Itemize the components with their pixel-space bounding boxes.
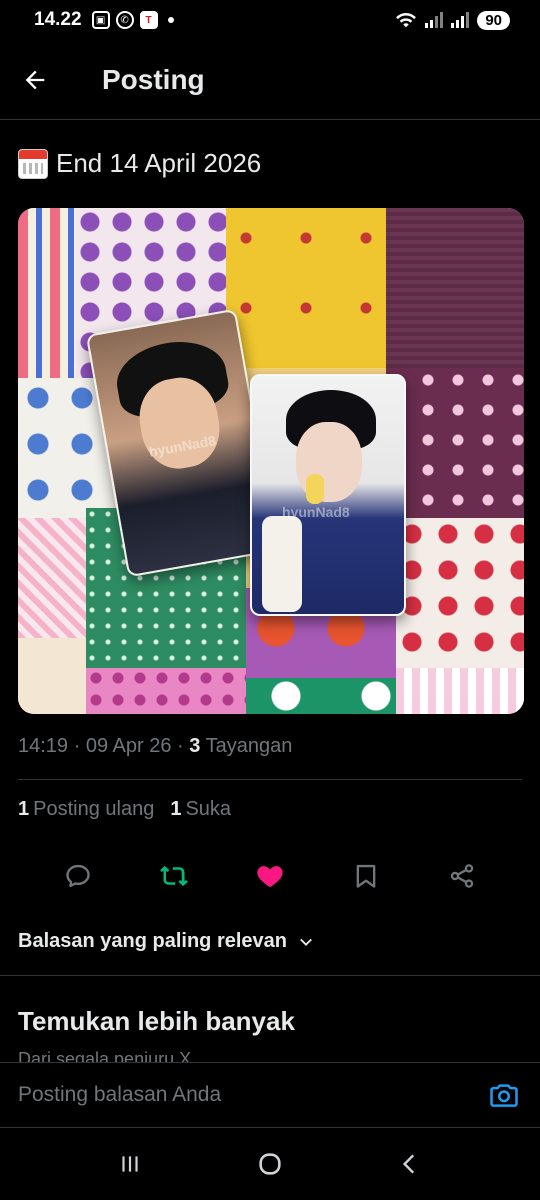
heart-icon (257, 866, 283, 888)
likes-count: 1 (170, 798, 182, 820)
views-count: 3 (189, 735, 201, 757)
reposts-stat[interactable]: 1 Posting ulang (18, 798, 154, 821)
share-button[interactable] (440, 854, 484, 898)
repost-icon (160, 865, 188, 887)
reply-icon (66, 864, 90, 888)
recent-apps-icon (122, 1156, 138, 1172)
page-title: Posting (102, 63, 205, 95)
camera-button[interactable] (486, 1077, 522, 1113)
popsicle (306, 474, 324, 504)
battery-indicator: 90 (477, 10, 510, 30)
chevron-down-icon (300, 938, 312, 946)
whatsapp-icon: ✆ (115, 11, 134, 29)
back-nav-button[interactable] (380, 1139, 440, 1189)
replies-sort-label: Balasan yang paling relevan (18, 930, 287, 952)
arrow-left-icon (25, 70, 45, 89)
bookmark-icon (356, 864, 376, 888)
watermark: hyunNad8 (282, 504, 350, 520)
post-text: End 14 April 2026 (18, 148, 261, 179)
post-image[interactable]: hyunNad8 hyunNad8 (18, 208, 524, 714)
divider (18, 779, 522, 780)
home-icon (259, 1153, 281, 1175)
status-time: 14.22 (34, 9, 82, 30)
photocard-right: hyunNad8 (250, 374, 406, 616)
fabric-patch (18, 638, 86, 714)
screenshot-icon: ▣ (91, 11, 110, 29)
post-actions (0, 852, 540, 900)
discover-title: Temukan lebih banyak (18, 1006, 295, 1036)
fabric-patch (396, 518, 524, 668)
fabric-patch (18, 208, 76, 378)
fabric-patch (226, 208, 386, 368)
reposts-count: 1 (18, 798, 30, 820)
fabric-patch (386, 208, 524, 368)
bookmark-button[interactable] (344, 854, 388, 898)
battery-level: 90 (485, 11, 502, 29)
top-app-bar: Posting (0, 40, 540, 120)
post-time[interactable]: 14:19 (18, 735, 68, 757)
back-button[interactable] (0, 40, 70, 120)
camera-icon (490, 1084, 518, 1107)
reply-button[interactable] (56, 854, 100, 898)
discover-subtitle: Dari segala penjuru X (18, 1049, 192, 1062)
post-text-body: End 14 April 2026 (56, 148, 262, 178)
status-right: 90 (395, 10, 510, 30)
fabric-patch (396, 668, 524, 714)
telkomsel-icon: T (139, 11, 158, 29)
post-stats: 1 Posting ulang 1 Suka (18, 798, 231, 821)
likes-stat[interactable]: 1 Suka (170, 798, 231, 821)
home-button[interactable] (240, 1139, 300, 1189)
signal-2-icon (451, 12, 470, 28)
like-button[interactable] (248, 854, 292, 898)
reply-input[interactable] (18, 1083, 486, 1107)
status-bar: 14.22 ▣ ✆ T 90 (0, 0, 540, 40)
reposts-label: Posting ulang (33, 798, 155, 820)
replies-sort-dropdown[interactable]: Balasan yang paling relevan (18, 930, 315, 953)
post-meta: 14:19 · 09 Apr 26 · 3 Tayangan (18, 735, 293, 757)
system-nav-bar (0, 1128, 540, 1200)
bandage (262, 516, 302, 612)
likes-label: Suka (185, 798, 232, 820)
notification-dot-icon (167, 17, 174, 23)
fabric-patch (18, 518, 86, 638)
share-icon (450, 864, 474, 888)
recent-apps-button[interactable] (100, 1139, 160, 1189)
wifi-icon (396, 12, 417, 28)
chevron-left-icon (402, 1154, 415, 1174)
reply-composer (0, 1062, 540, 1128)
status-icons: ▣ ✆ T (91, 11, 174, 29)
views-label[interactable]: Tayangan (206, 735, 293, 757)
fabric-patch (386, 368, 524, 518)
calendar-icon (18, 148, 48, 179)
post-date[interactable]: 09 Apr 26 (86, 735, 172, 757)
signal-1-icon (425, 12, 444, 28)
repost-button[interactable] (152, 854, 196, 898)
fabric-patch (246, 678, 396, 714)
fabric-patch (86, 668, 246, 714)
divider (0, 975, 540, 976)
